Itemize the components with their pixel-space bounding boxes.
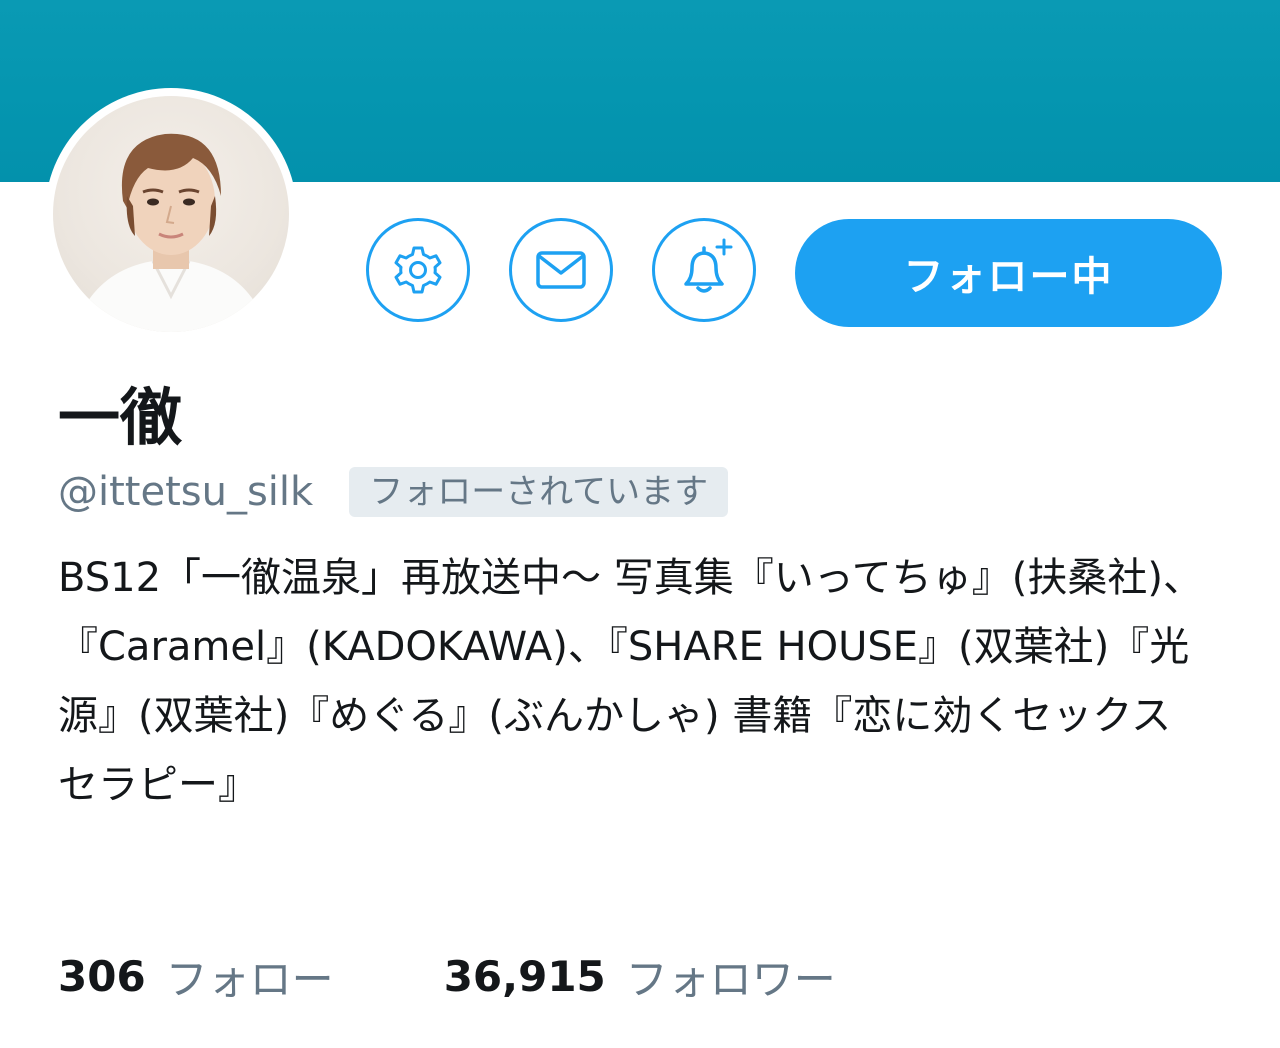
follows-you-badge: フォローされています <box>349 467 729 517</box>
follow-stats: 306 フォロー 36,915 フォロワー <box>58 944 836 1008</box>
envelope-icon <box>536 251 586 289</box>
avatar[interactable] <box>53 96 289 332</box>
notifications-toggle-button[interactable] <box>652 218 756 322</box>
handle-row: @ittetsu_silk フォローされています <box>58 464 729 520</box>
followers-count: 36,915 <box>443 951 606 1001</box>
following-label: フォロー <box>165 954 334 1004</box>
settings-button[interactable] <box>366 218 470 322</box>
followers-label: フォロワー <box>625 954 836 1004</box>
display-name: 一徹 <box>58 381 183 454</box>
followers-stat-link[interactable]: 36,915 フォロワー <box>444 946 836 1007</box>
avatar-frame <box>45 88 297 340</box>
following-stat-link[interactable]: 306 フォロー <box>58 946 334 1007</box>
message-button[interactable] <box>509 218 613 322</box>
profile-bio: BS12「一徹温泉」再放送中〜 写真集『いってちゅ』(扶桑社)、『Caramel… <box>58 555 1203 808</box>
user-handle: @ittetsu_silk <box>58 469 314 515</box>
bell-plus-icon <box>684 238 733 293</box>
following-count: 306 <box>58 951 146 1001</box>
following-button[interactable]: フォロー中 <box>795 219 1222 327</box>
gear-icon <box>394 246 442 294</box>
